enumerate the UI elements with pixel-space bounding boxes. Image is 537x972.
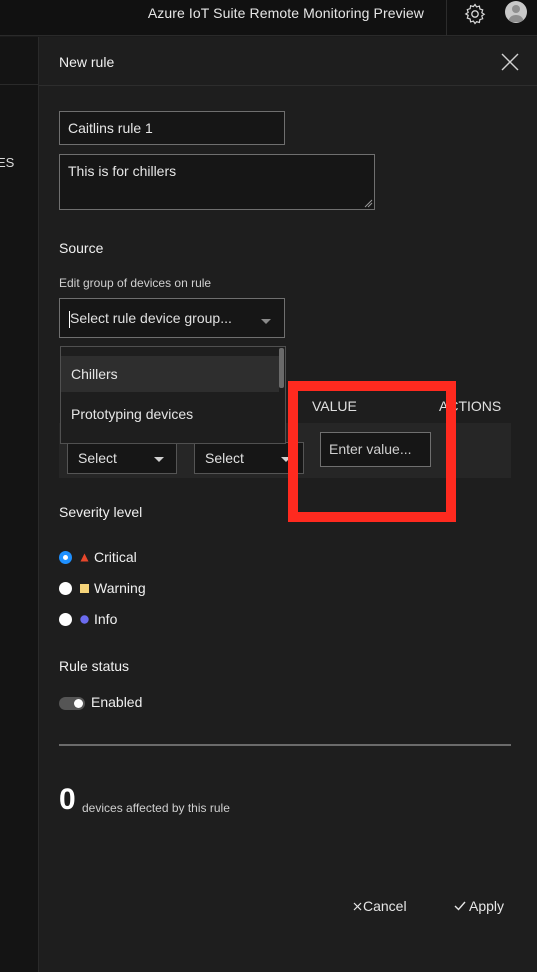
operator-select-label: Select [205, 450, 244, 466]
flyout-title: New rule [59, 54, 115, 70]
cancel-button[interactable]: Cancel [353, 898, 407, 914]
highlight-box [288, 381, 456, 522]
description-text: This is for chillers [68, 163, 177, 179]
device-group-placeholder: Select rule device group... [70, 310, 232, 326]
apply-button[interactable]: Apply [454, 898, 504, 914]
severity-label-warning: Warning [94, 580, 146, 596]
text-cursor [69, 311, 70, 328]
field-select[interactable]: Select [67, 442, 177, 474]
radio-critical[interactable] [59, 551, 72, 564]
topbar-divider [446, 0, 447, 36]
rule-status-label: Enabled [91, 694, 143, 710]
square-icon [80, 584, 89, 593]
header-divider [39, 85, 537, 86]
top-bar: Azure IoT Suite Remote Monitoring Previe… [0, 0, 537, 36]
triangle-icon [80, 553, 89, 562]
dropdown-option-prototyping-devices[interactable]: Prototyping devices [61, 396, 279, 432]
background-nav: ES [0, 37, 38, 972]
apply-label: Apply [469, 898, 505, 914]
source-title: Source [59, 240, 104, 256]
chevron-down-icon [261, 319, 271, 324]
rule-description-input[interactable]: This is for chillers [59, 154, 375, 210]
new-rule-flyout: New rule Caitlins rule 1 This is for chi… [38, 37, 537, 972]
section-divider [59, 744, 511, 746]
app-title: Azure IoT Suite Remote Monitoring Previe… [147, 5, 424, 21]
field-select-label: Select [78, 450, 117, 466]
clipped-nav-text: ES [0, 155, 15, 170]
cancel-label: Cancel [363, 898, 407, 914]
user-avatar-icon[interactable] [505, 1, 527, 23]
severity-title: Severity level [59, 504, 143, 520]
rule-status-toggle[interactable] [59, 697, 85, 710]
checkmark-icon [454, 901, 466, 911]
close-icon[interactable] [499, 51, 521, 73]
severity-label-critical: Critical [94, 549, 137, 565]
close-icon [353, 902, 362, 911]
affected-device-count: 0 [59, 783, 76, 816]
rule-name-input[interactable]: Caitlins rule 1 [59, 111, 285, 145]
device-group-dropdown: Chillers Prototyping devices [60, 346, 286, 444]
gear-icon[interactable] [463, 2, 487, 26]
chevron-down-icon [154, 457, 164, 462]
device-group-label: Edit group of devices on rule [59, 276, 212, 290]
radio-info[interactable] [59, 613, 72, 626]
rule-status-title: Rule status [59, 658, 130, 674]
dropdown-scrollbar[interactable] [279, 348, 284, 388]
nav-divider [0, 84, 38, 85]
radio-warning[interactable] [59, 582, 72, 595]
severity-label-info: Info [94, 611, 118, 627]
resize-handle-icon[interactable] [364, 199, 373, 208]
affected-device-label: devices affected by this rule [82, 801, 230, 815]
device-group-select[interactable]: Select rule device group... [59, 298, 285, 338]
circle-icon [80, 615, 89, 624]
dropdown-option-chillers[interactable]: Chillers [61, 356, 279, 392]
